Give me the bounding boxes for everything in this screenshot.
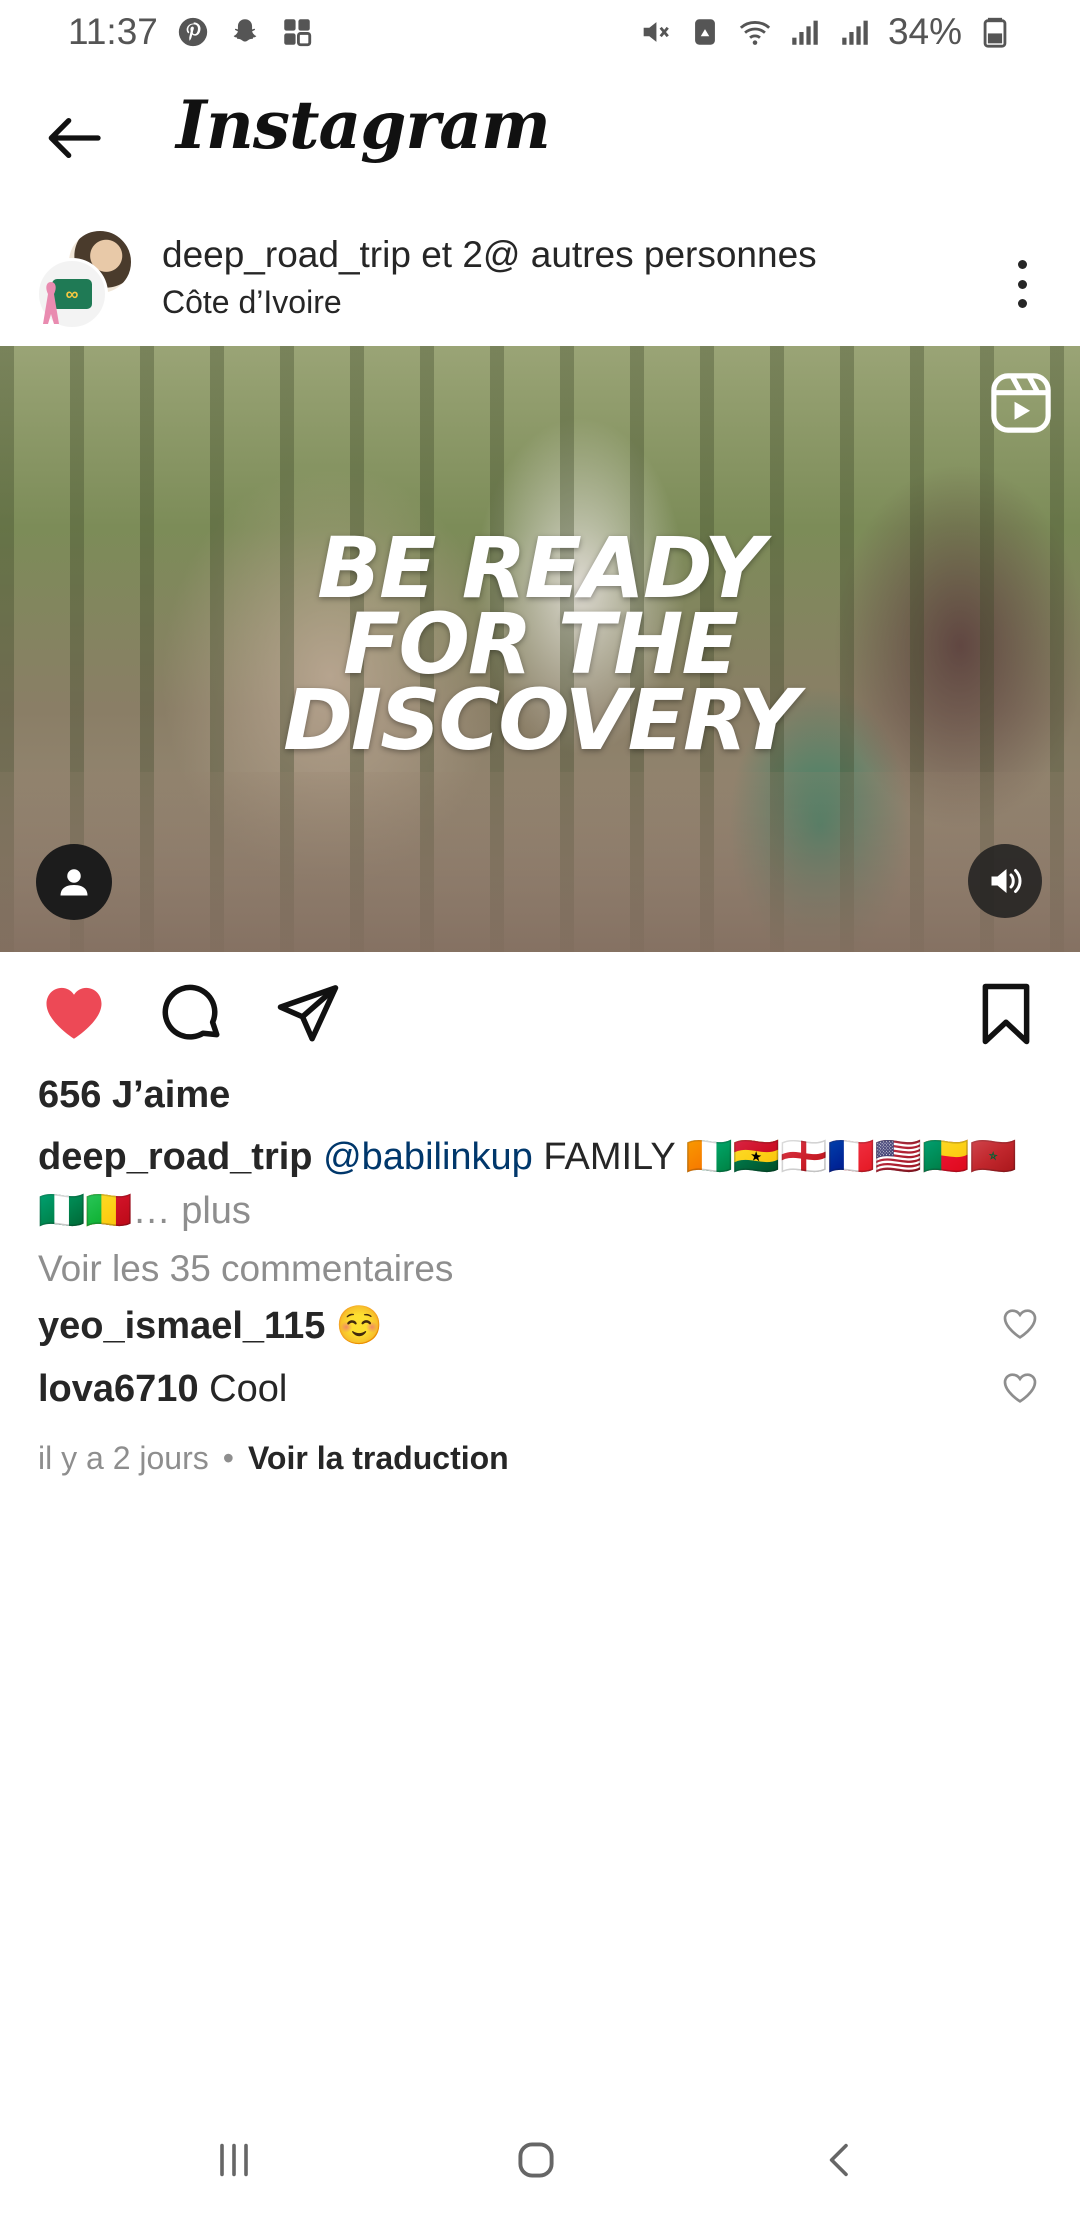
status-right: 34% [638,11,1012,53]
post-caption: deep_road_trip @babilinkup FAMILY 🇨🇮🇬🇭🏴󠁧… [38,1130,1048,1238]
action-bar [0,962,1080,1062]
comment-username[interactable]: yeo_ismael_115 [38,1305,325,1347]
mute-icon [638,15,672,49]
heart-filled-icon [46,987,102,1039]
comment-username[interactable]: lova6710 [38,1368,199,1410]
comment-bubble-icon [162,984,220,1040]
view-all-comments-link[interactable]: Voir les 35 commentaires [38,1248,453,1290]
post-coauthors[interactable]: et 2@ autres personnes [411,234,816,275]
gallery-icon [280,15,314,49]
share-button[interactable] [272,978,344,1050]
media-headline-line: DISCOVERY [283,671,799,769]
sound-toggle-button[interactable] [968,844,1042,918]
arrow-left-icon [48,118,101,158]
battery-percent: 34% [887,11,962,52]
caption-username[interactable]: deep_road_trip [38,1136,313,1178]
system-back-button[interactable] [800,2128,880,2192]
comment-text: Cool [198,1368,288,1410]
status-left: 11:37 [68,11,314,53]
post-username[interactable]: deep_road_trip [162,234,411,275]
bookmark-icon [982,983,1030,1045]
status-time: 11:37 [68,11,158,52]
post-media[interactable]: BE READY FOR THE DISCOVERY [0,346,1080,952]
comment-heart-icon[interactable] [1000,1368,1040,1408]
more-dot-icon [1017,299,1027,308]
media-headline: BE READY FOR THE DISCOVERY [0,526,1080,769]
comment-item: lova6710 Cool [38,1368,1048,1411]
recent-apps-button[interactable] [194,2128,274,2192]
tagged-people-button[interactable] [36,844,112,920]
comment-text: ☺️ [325,1305,384,1347]
post-location[interactable]: Côte d’Ivoire [162,284,342,321]
more-options-button[interactable] [996,254,1048,314]
signal-icon [838,15,872,49]
snapchat-icon [228,15,262,49]
meta-separator: • [222,1440,234,1476]
save-button[interactable] [970,978,1042,1050]
pink-ribbon-icon [43,282,59,324]
app-title: Instagram [176,86,551,164]
post-author[interactable]: deep_road_trip et 2@ autres personnes [162,234,817,276]
system-nav-bar [0,2100,1080,2220]
post-meta: il y a 2 jours • Voir la traduction [38,1440,509,1477]
caption-more-link[interactable]: … plus [133,1190,251,1232]
app-header: Instagram [0,80,1080,200]
caption-mention[interactable]: @babilinkup [323,1136,533,1178]
comment-heart-icon[interactable] [1000,1304,1040,1344]
recent-apps-icon [220,2143,248,2177]
likes-count[interactable]: 656 J’aime [38,1074,230,1117]
data-saver-icon [688,15,722,49]
more-dot-icon [1017,260,1027,269]
home-icon [518,2142,554,2178]
pinterest-icon [176,15,210,49]
comment-item: yeo_ismael_115 ☺️ [38,1304,1048,1348]
post-age: il y a 2 jours [38,1440,209,1476]
reels-icon [991,373,1051,433]
home-button[interactable] [496,2128,576,2192]
back-button[interactable] [38,102,110,174]
avatar-stack[interactable]: ∞ [36,228,140,332]
paper-plane-icon [277,985,339,1042]
wifi-icon [738,15,772,49]
see-translation-link[interactable]: Voir la traduction [248,1440,509,1476]
speaker-icon [991,869,1022,893]
person-icon [60,869,88,896]
media-ground [0,772,1080,952]
like-button[interactable] [38,978,110,1050]
chevron-left-icon [829,2143,848,2177]
more-dot-icon [1017,279,1027,289]
battery-icon [978,15,1012,49]
signal-icon [788,15,822,49]
comment-button[interactable] [156,978,228,1050]
post-header: ∞ deep_road_trip et 2@ autres personnes … [0,218,1080,336]
status-bar: 11:37 34% [0,0,1080,64]
